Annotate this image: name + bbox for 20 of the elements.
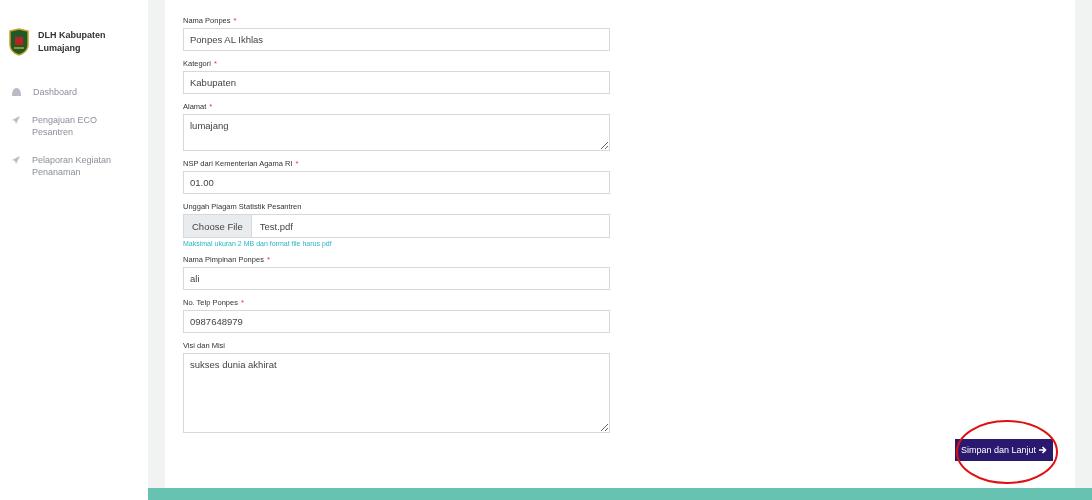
sidebar-item[interactable]: Dashboard bbox=[8, 86, 148, 98]
choose-file-button[interactable]: Choose File bbox=[184, 215, 252, 237]
textarea-field[interactable]: sukses dunia akhirat bbox=[183, 353, 610, 433]
text-field[interactable]: Ponpes AL Ikhlas bbox=[183, 28, 610, 51]
send-icon bbox=[12, 156, 20, 164]
file-name: Test.pdf bbox=[258, 220, 293, 232]
text-field[interactable]: 0987648979 bbox=[183, 310, 610, 333]
emblem-icon bbox=[8, 28, 30, 56]
arrow-right-icon bbox=[1039, 446, 1047, 454]
save-and-continue-button[interactable]: Simpan dan Lanjut bbox=[954, 439, 1053, 461]
send-icon bbox=[12, 116, 20, 124]
file-field[interactable]: Choose File Test.pdf bbox=[183, 214, 610, 238]
textarea-field[interactable]: lumajang bbox=[183, 114, 610, 151]
text-field[interactable]: ali bbox=[183, 267, 610, 290]
brand-name: DLH Kabupaten Lumajang bbox=[38, 29, 107, 55]
text-field[interactable]: 01.00 bbox=[183, 171, 610, 194]
sidebar-item[interactable]: Pelaporan Kegiatan Penanaman bbox=[8, 154, 148, 178]
text-field[interactable]: Kabupaten bbox=[183, 71, 610, 94]
sidebar-item[interactable]: Pengajuan ECO Pesantren bbox=[8, 114, 148, 138]
palette-icon bbox=[12, 88, 21, 96]
